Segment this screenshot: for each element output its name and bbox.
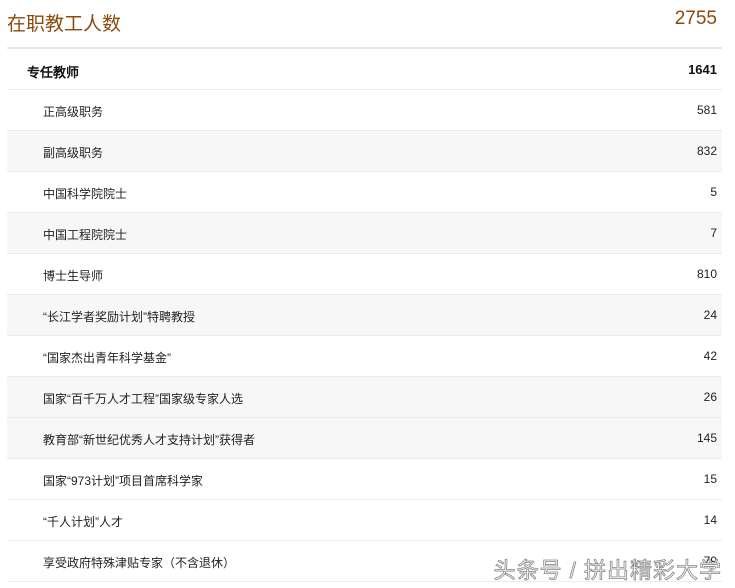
row-value: 145 xyxy=(696,431,717,445)
row-value: 7 xyxy=(710,226,717,240)
table-row-main: 专任教师 1641 xyxy=(7,49,722,90)
table-row: 教育部“新世纪优秀人才支持计划”获得者 145 xyxy=(7,418,722,459)
row-label: 国家“百千万人才工程”国家级专家人选 xyxy=(43,392,243,406)
table-row: “国家杰出青年科学基金” 42 xyxy=(7,336,722,377)
table-row: 国家“973计划”项目首席科学家 15 xyxy=(7,459,722,500)
row-label: 正高级职务 xyxy=(43,105,104,119)
row-label: “长江学者奖励计划”特聘教授 xyxy=(43,310,195,324)
row-label: “国家杰出青年科学基金” xyxy=(43,351,171,365)
row-label: 国家“973计划”项目首席科学家 xyxy=(43,474,204,488)
watermark: 头条号 / 拼出精彩大学 xyxy=(493,558,722,584)
row-value: 5 xyxy=(710,185,717,199)
header-title: 在职教工人数 xyxy=(7,14,122,35)
row-value: 15 xyxy=(703,472,717,486)
row-value: 14 xyxy=(703,513,717,527)
row-value: 42 xyxy=(703,349,717,363)
staff-stats-table: 在职教工人数 2755 专任教师 1641 正高级职务 581 副高级职务 832 中国… xyxy=(7,0,722,582)
table-row: “长江学者奖励计划”特聘教授 24 xyxy=(7,295,722,336)
table-row: 副高级职务 832 xyxy=(7,131,722,172)
table-row: 中国工程院院士 7 xyxy=(7,213,722,254)
header-total: 2755 xyxy=(674,8,717,29)
row-label: 博士生导师 xyxy=(43,269,104,283)
row-value: 810 xyxy=(696,267,717,281)
row-label: 教育部“新世纪优秀人才支持计划”获得者 xyxy=(43,433,255,447)
table-header: 在职教工人数 2755 xyxy=(7,0,722,49)
row-label: 中国工程院院士 xyxy=(43,228,128,242)
row-label: 享受政府特殊津贴专家（不含退休） xyxy=(43,556,236,570)
row-value: 832 xyxy=(696,144,717,158)
row-label: “千人计划”人才 xyxy=(43,515,123,529)
table-row: 中国科学院院士 5 xyxy=(7,172,722,213)
row-value: 26 xyxy=(703,390,717,404)
row-label: 专任教师 xyxy=(27,65,80,80)
table-row: 国家“百千万人才工程”国家级专家人选 26 xyxy=(7,377,722,418)
row-label: 中国科学院院士 xyxy=(43,187,128,201)
table-row: “千人计划”人才 14 xyxy=(7,500,722,541)
row-value: 24 xyxy=(703,308,717,322)
table-row: 博士生导师 810 xyxy=(7,254,722,295)
row-label: 副高级职务 xyxy=(43,146,104,160)
row-value: 581 xyxy=(696,103,717,117)
table-row: 正高级职务 581 xyxy=(7,90,722,131)
row-value: 1641 xyxy=(688,62,717,77)
